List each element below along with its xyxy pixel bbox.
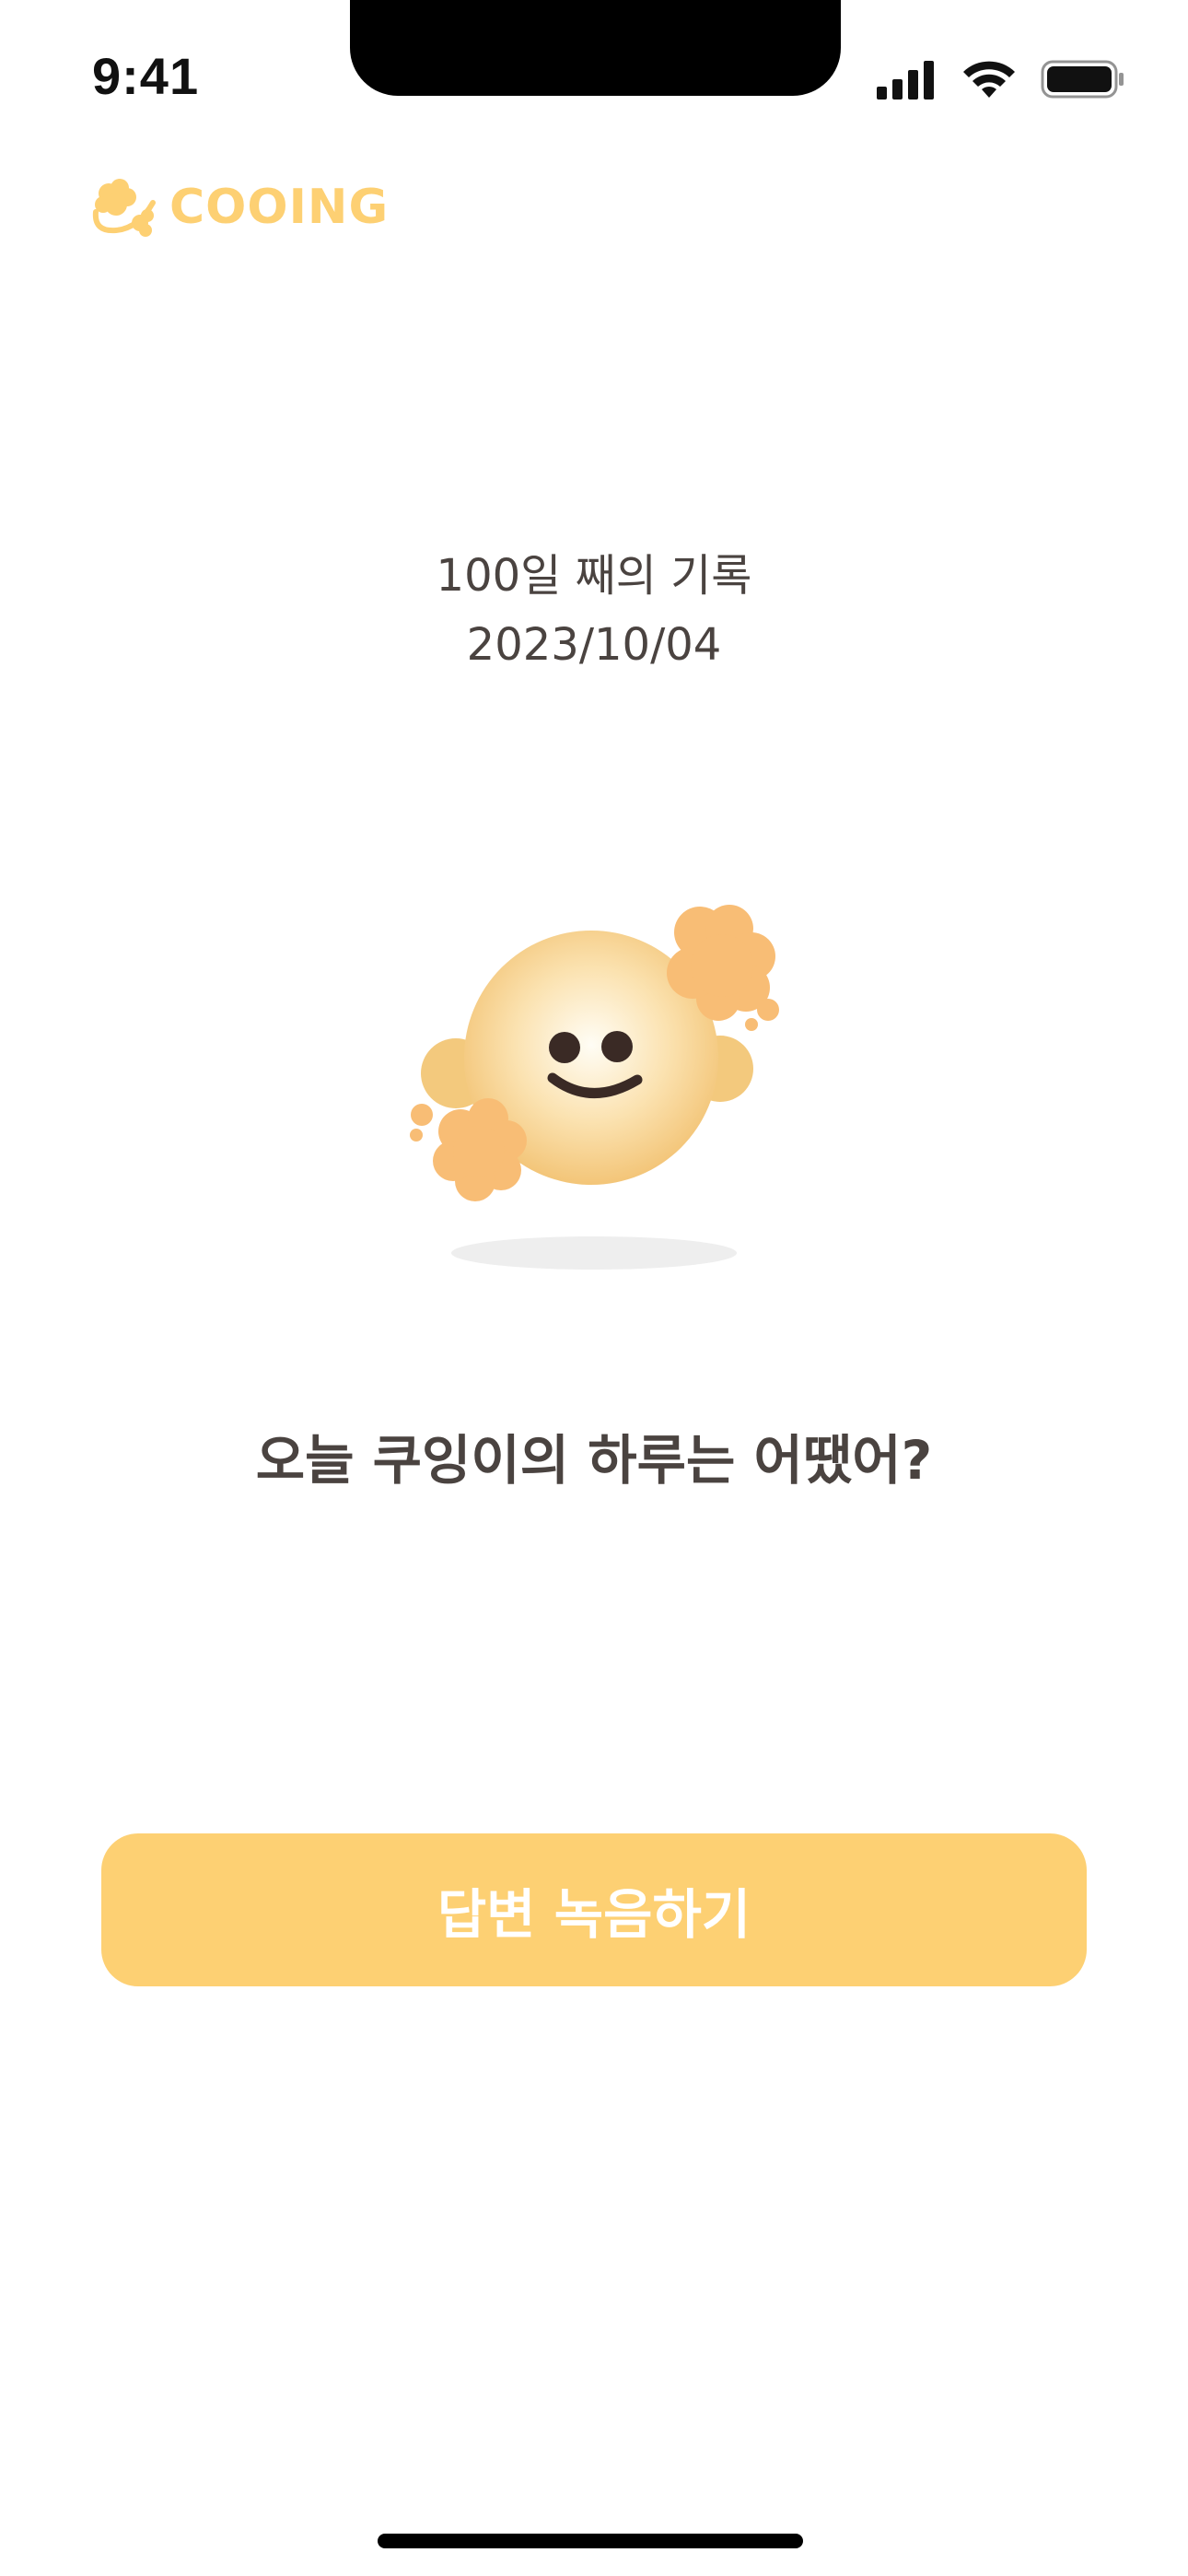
app-logo: COOING [88,175,389,240]
cooing-character-illustration [410,905,779,1270]
status-time: 9:41 [92,47,200,105]
record-day-title: 100일 째의 기록 [436,550,752,602]
status-icons [875,59,1125,100]
battery-icon [1041,60,1124,99]
record-answer-button[interactable]: 답변 녹음하기 [101,1833,1087,1986]
daily-question: 오늘 쿠잉이의 하루는 어땠어? [255,1429,933,1492]
logo-mark-icon [92,179,156,237]
record-date: 2023/10/04 [466,619,722,671]
logo-text: COOING [169,180,390,235]
device-notch [350,0,841,96]
character-eye-left [549,1032,580,1063]
character-shadow [451,1236,737,1270]
wifi-icon [963,61,1015,98]
cellular-signal-icon [877,61,934,100]
home-indicator[interactable] [378,2534,803,2548]
character-eye-right [601,1031,633,1062]
